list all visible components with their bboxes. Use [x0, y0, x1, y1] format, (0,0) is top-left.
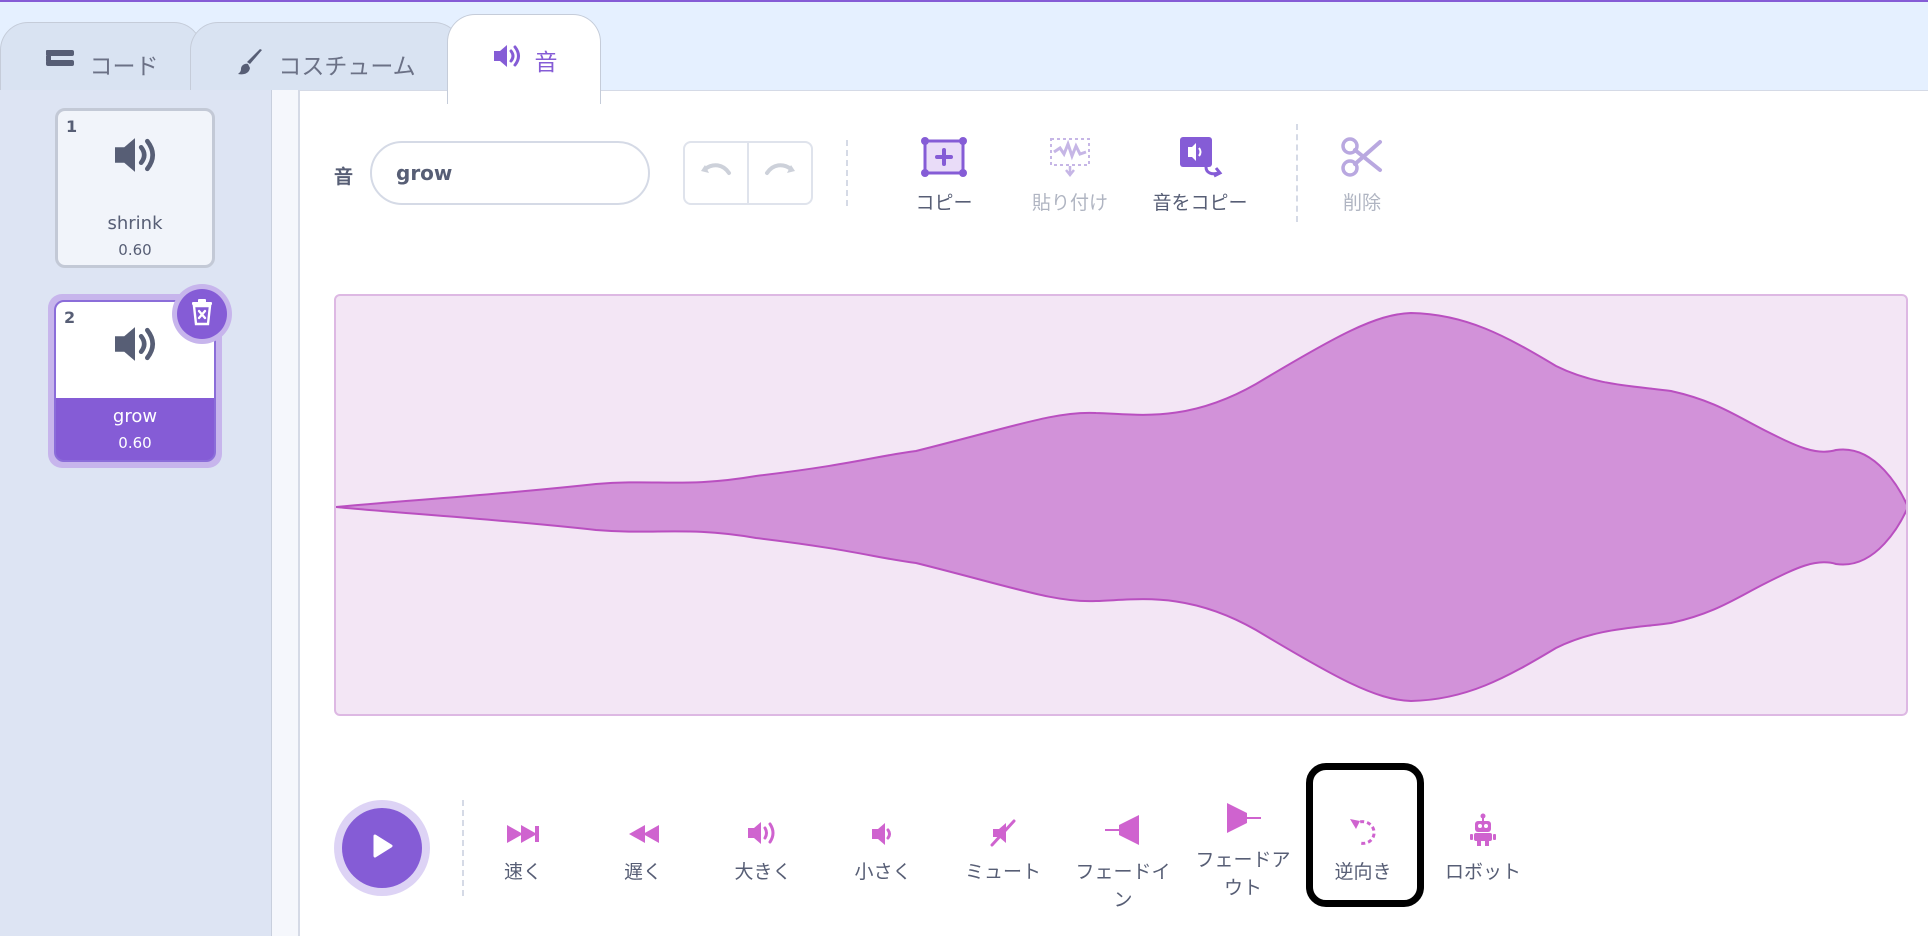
waveform-graph — [336, 311, 1906, 703]
redo-button[interactable] — [747, 143, 811, 203]
effect-reverse-label: 逆向き — [1334, 861, 1392, 883]
effect-slower-label: 遅く — [623, 861, 662, 883]
tab-sounds-label: 音 — [534, 50, 558, 76]
effect-robot-label: ロボット — [1444, 861, 1521, 883]
reverse-icon — [1346, 815, 1380, 852]
sound-duration: 0.60 — [118, 241, 152, 259]
undo-icon — [699, 159, 733, 187]
effect-mute-label: ミュート — [964, 861, 1041, 883]
redo-icon — [763, 159, 797, 187]
play-sound-button[interactable] — [334, 800, 430, 896]
volume-down-icon — [869, 821, 897, 852]
sound-name-input[interactable] — [370, 141, 650, 205]
sound-name: grow — [112, 406, 158, 427]
paste-icon — [1046, 136, 1094, 183]
scissors-icon — [1340, 136, 1384, 183]
delete-label: 削除 — [1342, 192, 1381, 214]
undo-redo-group — [683, 141, 813, 205]
speaker-icon — [110, 324, 160, 368]
effect-softer-label: 小さく — [854, 861, 912, 883]
effect-robot-button[interactable]: ロボット — [1428, 808, 1538, 886]
mute-icon — [988, 819, 1018, 852]
tab-code-label: コード — [89, 54, 159, 80]
fast-forward-icon — [505, 821, 541, 852]
effects-divider — [462, 800, 464, 896]
effect-slower-button[interactable]: 遅く — [588, 808, 698, 886]
sound-name: shrink — [107, 213, 163, 234]
effect-softer-button[interactable]: 小さく — [828, 808, 938, 886]
copy-selection-icon — [920, 136, 968, 183]
rewind-icon — [625, 821, 661, 852]
sound-duration: 0.60 — [118, 434, 152, 452]
robot-icon — [1468, 813, 1498, 852]
waveform-display[interactable] — [334, 294, 1908, 716]
delete-sound-button[interactable] — [172, 284, 232, 344]
effect-louder-label: 大きく — [734, 861, 792, 883]
effect-faster-button[interactable]: 速く — [468, 808, 578, 886]
paste-button[interactable]: 貼り付け — [1020, 130, 1120, 215]
undo-button[interactable] — [685, 143, 747, 203]
copy-to-new-button[interactable]: 音をコピー — [1145, 130, 1255, 215]
speaker-icon — [110, 135, 160, 179]
effect-reverse-button[interactable]: 逆向き — [1308, 808, 1418, 886]
sound-index: 1 — [66, 117, 78, 136]
paste-label: 貼り付け — [1031, 192, 1108, 214]
sound-index: 2 — [64, 308, 76, 327]
delete-button[interactable]: 削除 — [1312, 130, 1412, 215]
effect-faster-label: 速く — [503, 861, 542, 883]
effect-fade-in-button[interactable]: フェードイン — [1068, 808, 1178, 914]
effect-louder-button[interactable]: 大きく — [708, 808, 818, 886]
toolbar-divider — [1296, 124, 1298, 222]
effect-fade-in-label: フェードイン — [1075, 861, 1171, 911]
effect-mute-button[interactable]: ミュート — [948, 808, 1058, 886]
tab-costumes-label: コスチューム — [278, 54, 416, 80]
effect-fade-out-label: フェードアウト — [1195, 849, 1291, 899]
effect-fade-out-button[interactable]: フェードアウト — [1188, 798, 1298, 902]
editor-tabs: コード コスチューム 音 — [0, 12, 1928, 104]
sound-tile-shrink[interactable]: 1 shrink 0.60 — [55, 108, 215, 268]
fade-in-icon — [1103, 813, 1143, 852]
copy-button[interactable]: コピー — [894, 130, 994, 215]
trash-icon — [189, 298, 215, 330]
paintbrush-icon — [236, 47, 266, 77]
play-icon — [369, 832, 395, 864]
sound-name-label: 音 — [334, 166, 354, 188]
copy-sound-label: 音をコピー — [1152, 192, 1248, 214]
copy-label: コピー — [915, 192, 973, 214]
volume-up-icon — [745, 819, 781, 852]
copy-sound-icon — [1176, 135, 1224, 184]
tab-sounds[interactable]: 音 — [447, 14, 601, 104]
toolbar-divider — [846, 140, 848, 206]
panel-divider — [272, 90, 300, 936]
code-blocks-icon — [44, 47, 78, 71]
fade-out-icon — [1223, 801, 1263, 840]
top-accent-line — [0, 0, 1928, 2]
speaker-icon — [491, 43, 523, 69]
